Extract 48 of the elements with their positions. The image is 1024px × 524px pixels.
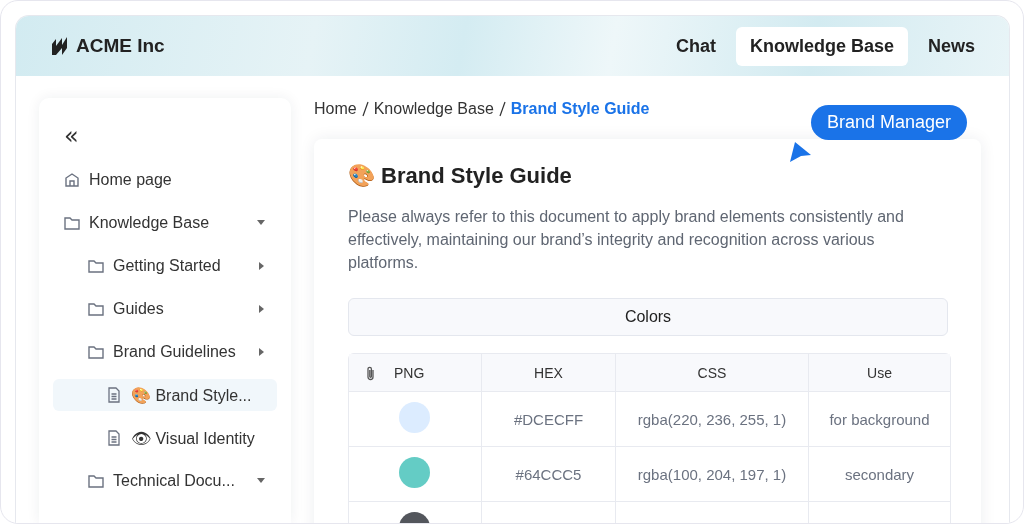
- sidebar-item[interactable]: Guides: [53, 293, 277, 325]
- caret-down-icon: [257, 220, 265, 226]
- document-intro: Please always refer to this document to apply brand elements consistently and effectively, maintaining our brand’s integrity and recognition across various platforms.: [348, 207, 905, 273]
- table-cell: for background: [809, 392, 950, 447]
- slash-icon: [498, 101, 506, 117]
- column-header: HEX: [482, 354, 616, 392]
- sidebar-item[interactable]: Getting Started: [53, 250, 277, 282]
- nav-tab[interactable]: Chat: [661, 26, 730, 66]
- breadcrumb-link[interactable]: Knowledge Base: [373, 100, 494, 118]
- caret-right-icon: [259, 262, 265, 270]
- sidebar-item[interactable]: Knowledge Base: [53, 207, 277, 239]
- sidebar-item[interactable]: 🎨 Brand Style...: [53, 379, 277, 411]
- sidebar-item[interactable]: Brand Guidelines: [53, 336, 277, 368]
- document-icon: [105, 429, 123, 447]
- sidebar-item[interactable]: Technical Docu...: [53, 465, 277, 497]
- folder-icon: [63, 214, 81, 232]
- nav-tab[interactable]: News: [913, 26, 989, 66]
- nav-tab[interactable]: Knowledge Base: [735, 26, 908, 66]
- user-tooltip: Brand Manager: [811, 105, 968, 140]
- document-title: 🎨 Brand Style Guide: [348, 163, 573, 189]
- breadcrumb-current: Brand Style Guide: [510, 100, 650, 118]
- collapse-sidebar-button[interactable]: «: [53, 120, 79, 152]
- breadcrumb-link[interactable]: Home: [314, 100, 357, 118]
- sidebar-item[interactable]: 👁 Visual Identity: [53, 422, 277, 454]
- logo-icon: [50, 36, 70, 56]
- caret-down-icon: [257, 478, 265, 484]
- folder-icon: [87, 300, 105, 318]
- table-cell: #64CCC5: [482, 447, 616, 502]
- document-icon: [105, 386, 123, 404]
- paperclip-icon: [366, 364, 376, 381]
- sidebar-item[interactable]: Home page: [53, 164, 277, 196]
- folder-icon: [87, 257, 105, 275]
- folder-icon: [87, 343, 105, 361]
- section-header[interactable]: Colors: [348, 298, 948, 336]
- table-cell: #DCECFF: [482, 392, 616, 447]
- home-icon: [63, 171, 81, 189]
- column-header: CSS: [616, 354, 809, 392]
- column-header: PNG: [394, 364, 425, 381]
- caret-right-icon: [259, 305, 265, 313]
- table-cell: rgba(100, 204, 197, 1): [616, 447, 809, 502]
- slash-icon: [361, 101, 369, 117]
- table-cell: rgba(220, 236, 255, 1): [616, 392, 809, 447]
- folder-icon: [87, 472, 105, 490]
- cursor-arrow-icon: [788, 141, 812, 163]
- brand-name: ACME Inc: [76, 35, 165, 57]
- column-header: Use: [809, 354, 950, 392]
- table-cell: secondary: [809, 447, 950, 502]
- caret-right-icon: [259, 348, 265, 356]
